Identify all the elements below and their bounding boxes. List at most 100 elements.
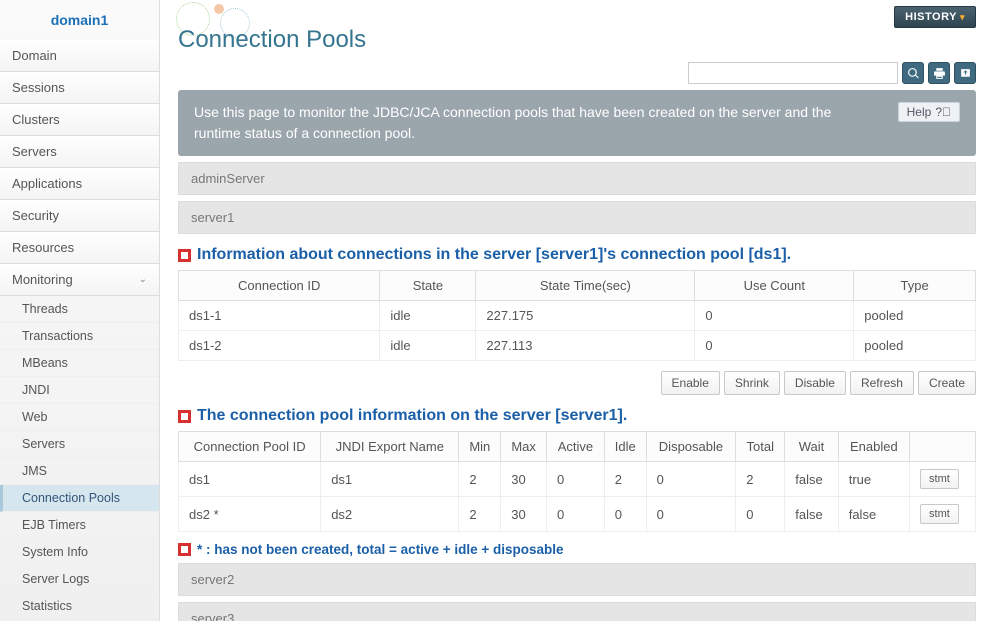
nav-transactions[interactable]: Transactions xyxy=(0,323,159,350)
cell: 2 xyxy=(459,497,501,532)
cell: 0 xyxy=(547,462,605,497)
section1-title-text: Information about connections in the ser… xyxy=(197,246,791,264)
nav-clusters[interactable]: Clusters xyxy=(0,104,159,136)
section-icon xyxy=(178,249,191,262)
print-icon[interactable] xyxy=(928,62,950,84)
table-row[interactable]: ds1-2 idle 227.113 0 pooled xyxy=(179,331,976,361)
chevron-down-icon: ▾ xyxy=(960,12,965,22)
section2-title: The connection pool information on the s… xyxy=(178,407,976,425)
nav-server-logs[interactable]: Server Logs xyxy=(0,566,159,593)
col-active: Active xyxy=(547,432,605,462)
col-disposable: Disposable xyxy=(646,432,736,462)
table-row[interactable]: ds1-1 idle 227.175 0 pooled xyxy=(179,301,976,331)
create-button[interactable]: Create xyxy=(918,371,976,395)
pool-actions: Enable Shrink Disable Refresh Create xyxy=(178,371,976,395)
info-banner: Use this page to monitor the JDBC/JCA co… xyxy=(178,90,976,156)
cell: false xyxy=(838,497,909,532)
refresh-button[interactable]: Refresh xyxy=(850,371,914,395)
enable-button[interactable]: Enable xyxy=(661,371,720,395)
col-state-time: State Time(sec) xyxy=(476,271,695,301)
nav-connection-pools[interactable]: Connection Pools xyxy=(0,485,159,512)
server-row-admin[interactable]: adminServer xyxy=(178,162,976,195)
nav-resources[interactable]: Resources xyxy=(0,232,159,264)
export-xml-icon[interactable] xyxy=(954,62,976,84)
nav-monitoring-label: Monitoring xyxy=(12,272,73,287)
cell: 30 xyxy=(501,497,547,532)
server-row-1[interactable]: server1 xyxy=(178,201,976,234)
info-text: Use this page to monitor the JDBC/JCA co… xyxy=(194,102,882,144)
col-type: Type xyxy=(854,271,976,301)
cell: 227.113 xyxy=(476,331,695,361)
nav-monitoring[interactable]: Monitoring ⌄ xyxy=(0,264,159,296)
cell: ds1 xyxy=(321,462,459,497)
cell: 2 xyxy=(604,462,646,497)
connections-table: Connection ID State State Time(sec) Use … xyxy=(178,270,976,361)
shrink-button[interactable]: Shrink xyxy=(724,371,780,395)
nav-jndi[interactable]: JNDI xyxy=(0,377,159,404)
nav-jms[interactable]: JMS xyxy=(0,458,159,485)
cell: idle xyxy=(380,331,476,361)
help-button[interactable]: Help ?⃞ xyxy=(898,102,960,122)
nav-security[interactable]: Security xyxy=(0,200,159,232)
table-row[interactable]: ds2 * ds2 2 30 0 0 0 0 false false stmt xyxy=(179,497,976,532)
cell: idle xyxy=(380,301,476,331)
nav-threads[interactable]: Threads xyxy=(0,296,159,323)
cell: 0 xyxy=(646,462,736,497)
section-icon xyxy=(178,543,191,556)
sidebar: domain1 Domain Sessions Clusters Servers… xyxy=(0,0,160,621)
col-wait: Wait xyxy=(785,432,838,462)
server-row-3[interactable]: server3 xyxy=(178,602,976,621)
section2-title-text: The connection pool information on the s… xyxy=(197,407,627,425)
col-connection-id: Connection ID xyxy=(179,271,380,301)
cell: 0 xyxy=(695,301,854,331)
nav-mon-servers[interactable]: Servers xyxy=(0,431,159,458)
disable-button[interactable]: Disable xyxy=(784,371,846,395)
domain-name[interactable]: domain1 xyxy=(0,0,159,40)
col-min: Min xyxy=(459,432,501,462)
col-idle: Idle xyxy=(604,432,646,462)
main-content: HISTORY▾ Connection Pools Use this page … xyxy=(160,0,990,621)
cell: 0 xyxy=(547,497,605,532)
cell: ds1-1 xyxy=(179,301,380,331)
cell: 0 xyxy=(646,497,736,532)
nav-servers[interactable]: Servers xyxy=(0,136,159,168)
search-input[interactable] xyxy=(688,62,898,84)
nav-web[interactable]: Web xyxy=(0,404,159,431)
chevron-down-icon: ⌄ xyxy=(139,274,147,285)
stmt-button[interactable]: stmt xyxy=(920,504,959,524)
col-use-count: Use Count xyxy=(695,271,854,301)
nav-ejb-timers[interactable]: EJB Timers xyxy=(0,512,159,539)
nav-mbeans[interactable]: MBeans xyxy=(0,350,159,377)
cell: ds1-2 xyxy=(179,331,380,361)
nav-sessions[interactable]: Sessions xyxy=(0,72,159,104)
cell: 0 xyxy=(604,497,646,532)
nav-statistics[interactable]: Statistics xyxy=(0,593,159,620)
search-icon[interactable] xyxy=(902,62,924,84)
cell: pooled xyxy=(854,301,976,331)
col-pool-id: Connection Pool ID xyxy=(179,432,321,462)
footnote-text: * : has not been created, total = active… xyxy=(197,542,564,557)
help-label: Help xyxy=(907,105,932,119)
cell: 2 xyxy=(736,462,785,497)
cell: ds1 xyxy=(179,462,321,497)
cell: ds2 xyxy=(321,497,459,532)
cell: 0 xyxy=(736,497,785,532)
cell: pooled xyxy=(854,331,976,361)
cell: ds2 * xyxy=(179,497,321,532)
col-stmt xyxy=(910,432,976,462)
nav-domain[interactable]: Domain xyxy=(0,40,159,72)
pools-table: Connection Pool ID JNDI Export Name Min … xyxy=(178,431,976,532)
page-title: Connection Pools xyxy=(178,26,976,54)
table-row[interactable]: ds1 ds1 2 30 0 2 0 2 false true stmt xyxy=(179,462,976,497)
cell: true xyxy=(838,462,909,497)
col-max: Max xyxy=(501,432,547,462)
server-row-2[interactable]: server2 xyxy=(178,563,976,596)
nav-applications[interactable]: Applications xyxy=(0,168,159,200)
history-button[interactable]: HISTORY▾ xyxy=(894,6,976,28)
stmt-button[interactable]: stmt xyxy=(920,469,959,489)
section-icon xyxy=(178,410,191,423)
cell: 30 xyxy=(501,462,547,497)
help-icon: ?⃞ xyxy=(935,105,951,119)
nav-system-info[interactable]: System Info xyxy=(0,539,159,566)
section1-title: Information about connections in the ser… xyxy=(178,246,976,264)
